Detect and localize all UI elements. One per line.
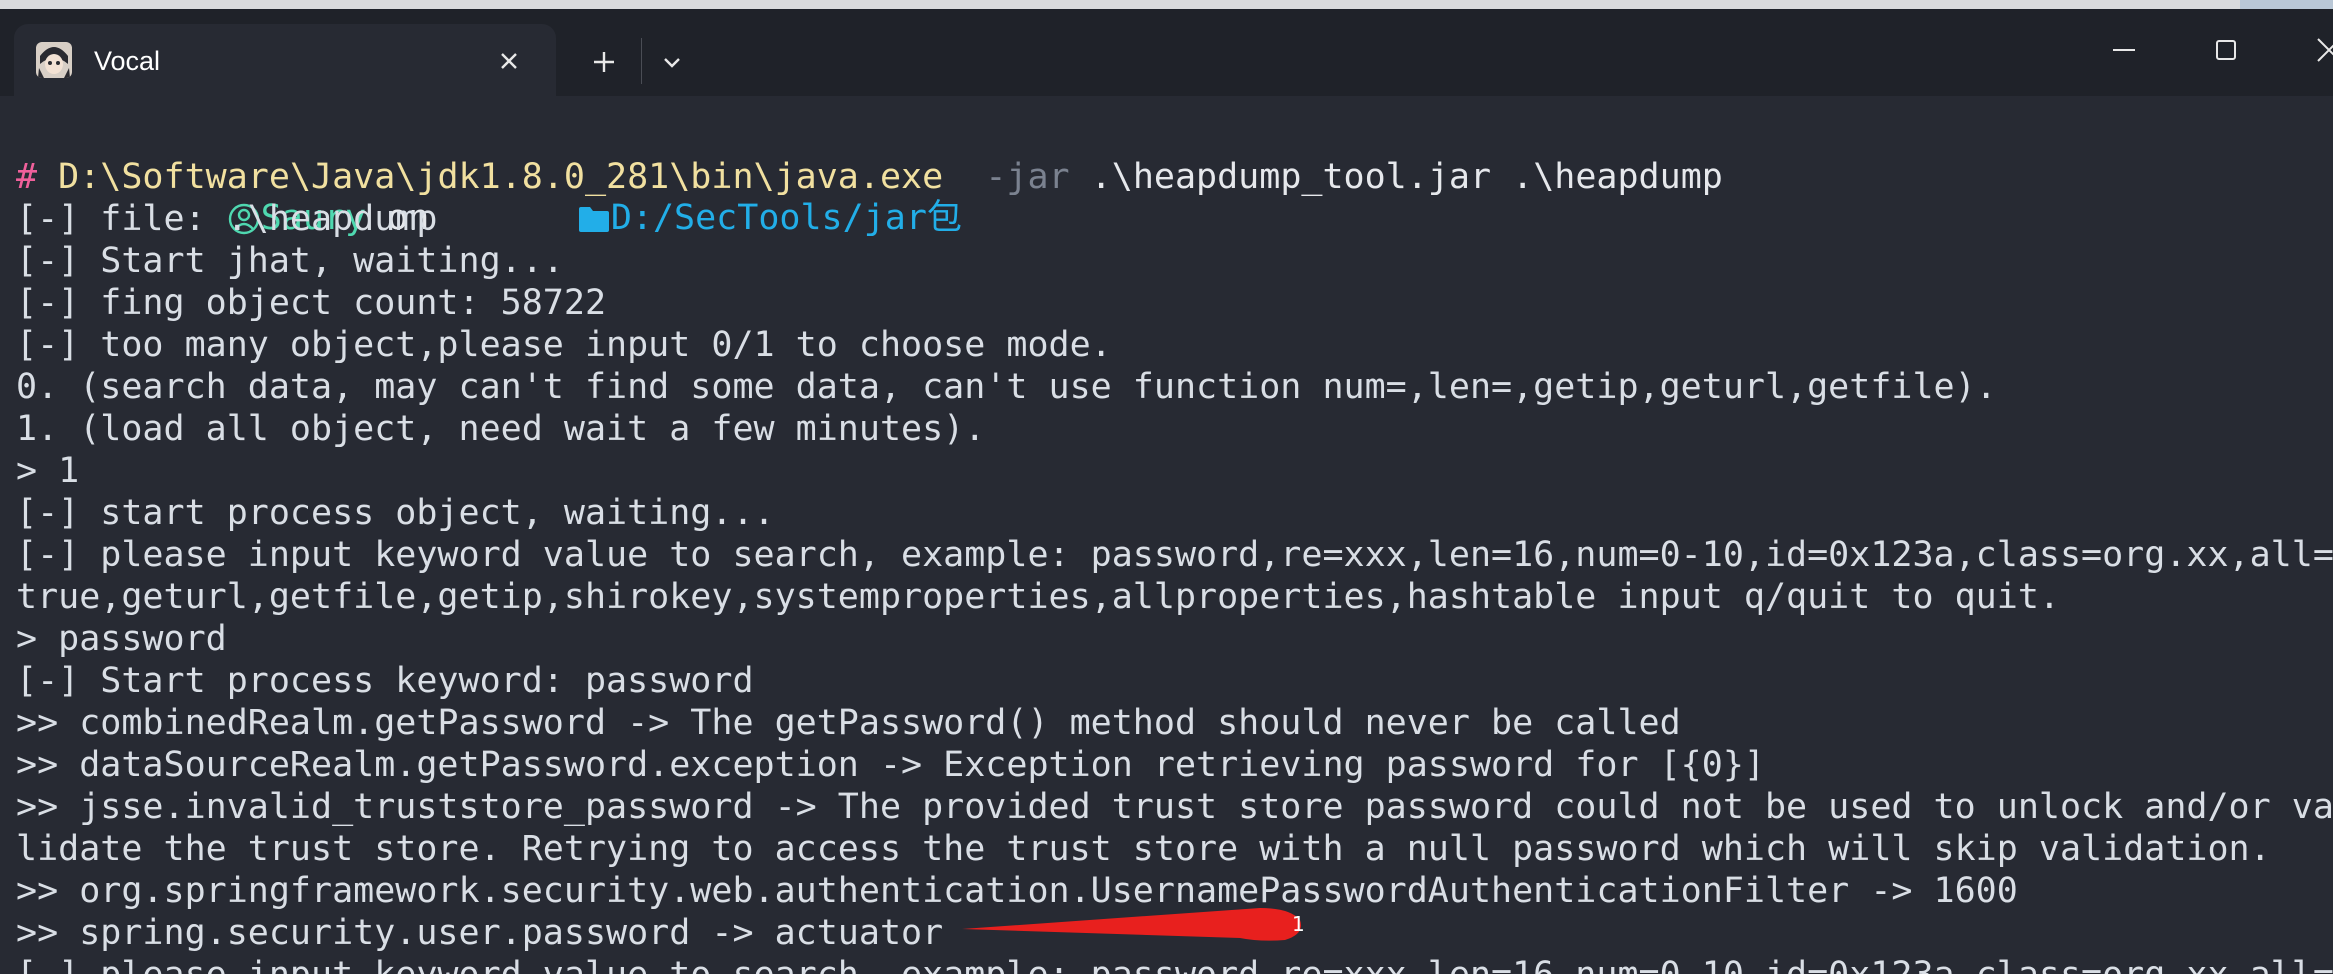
close-icon[interactable] [2308, 30, 2333, 70]
title-bar: Vocal [0, 0, 2333, 98]
output-line: [-] fing object count: 58722 [16, 283, 607, 323]
command-executable: D:\Software\Java\jdk1.8.0_281\bin\java.e… [37, 157, 944, 197]
maximize-icon[interactable] [2206, 30, 2246, 70]
output-line: 1. (load all object, need wait a few min… [16, 409, 986, 449]
output-line: 0. (search data, may can't find some dat… [16, 367, 1997, 407]
annotation-arrow: 1 [960, 896, 1320, 948]
prompt-line: Saury on D:/SecTools/jar包 [16, 114, 962, 238]
output-line: [-] please input keyword value to search… [16, 535, 2333, 575]
terminal-output[interactable]: Saury on D:/SecTools/jar包 # D:\Software\… [0, 96, 2333, 974]
command-flag: -jar [943, 157, 1070, 197]
output-line: true,geturl,getfile,getip,shirokey,syste… [16, 577, 2060, 617]
annotation-label: 1 [1292, 912, 1305, 936]
tab-divider [641, 38, 642, 84]
output-line: >> jsse.invalid_truststore_password -> T… [16, 787, 2333, 827]
output-line: [-] please input keyword value to search… [16, 954, 2333, 974]
tab-vocal[interactable]: Vocal [14, 24, 556, 98]
minimize-icon[interactable] [2104, 30, 2144, 70]
desktop-strip [0, 0, 2333, 9]
output-line: >> combinedRealm.getPassword -> The getP… [16, 703, 1681, 743]
output-line: > password [16, 619, 227, 659]
command-line: # D:\Software\Java\jdk1.8.0_281\bin\java… [16, 156, 1723, 198]
output-line: lidate the trust store. Retrying to acce… [16, 829, 2271, 869]
output-line: [-] start process object, waiting... [16, 493, 775, 533]
output-line: [-] too many object,please input 0/1 to … [16, 325, 1112, 365]
output-line: [-] Start jhat, waiting... [16, 241, 564, 281]
prompt-path: D:/SecTools/jar包 [610, 198, 962, 238]
chevron-down-icon[interactable] [652, 44, 692, 82]
tab-title: Vocal [94, 46, 161, 76]
output-line: [-] file: .\heapdump [16, 199, 438, 239]
output-line: >> spring.security.user.password -> actu… [16, 913, 944, 953]
command-args: .\heapdump_tool.jar .\heapdump [1069, 157, 1723, 197]
close-icon[interactable] [492, 44, 526, 78]
plus-icon[interactable] [584, 42, 624, 82]
background-window-edge [2240, 0, 2333, 9]
output-line: > 1 [16, 451, 80, 491]
avatar-icon [36, 42, 72, 78]
prompt-hash: # [16, 157, 38, 197]
output-line: >> dataSourceRealm.getPassword.exception… [16, 745, 1765, 785]
output-line: [-] Start process keyword: password [16, 661, 754, 701]
